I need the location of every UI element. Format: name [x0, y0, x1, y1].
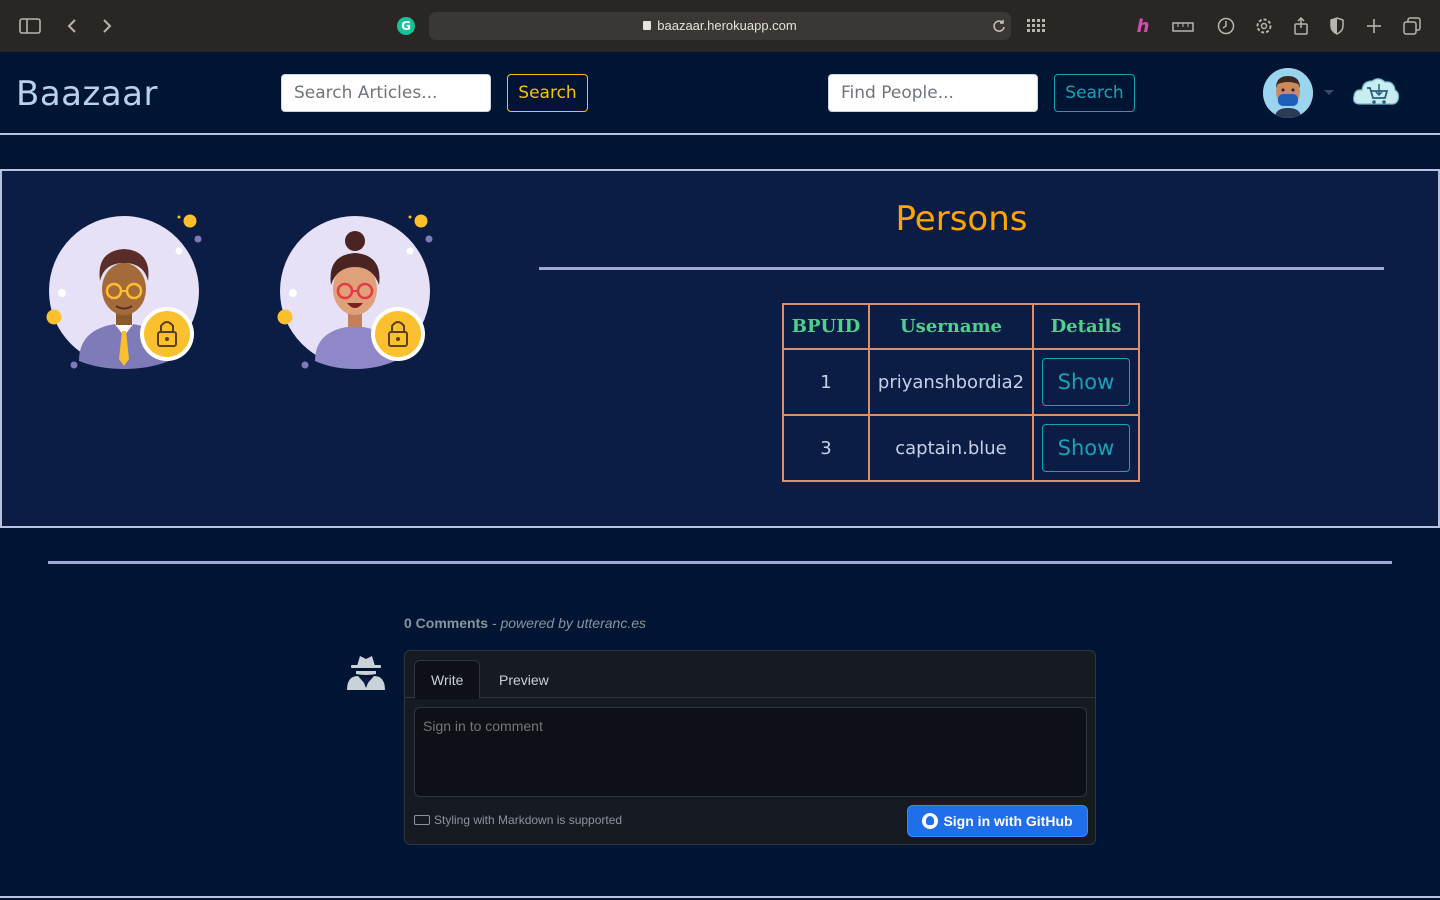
- honey-extension-icon[interactable]: h: [1131, 14, 1155, 38]
- brand-logo[interactable]: Baazaar: [16, 74, 158, 114]
- powered-by-link[interactable]: - powered by utteranc.es: [492, 615, 646, 631]
- divider: [539, 267, 1384, 270]
- settings-gear-icon[interactable]: [1252, 14, 1276, 38]
- tab-preview[interactable]: Preview: [482, 660, 566, 699]
- sidebar-toggle-icon[interactable]: [18, 14, 42, 38]
- anonymous-user-icon: [345, 654, 387, 690]
- tab-write[interactable]: Write: [414, 660, 481, 699]
- table-header-row: BPUID Username Details: [782, 303, 1140, 350]
- sign-in-github-label: Sign in with GitHub: [943, 813, 1073, 829]
- table-row: 3 captain.blue Show: [782, 414, 1140, 482]
- markdown-note-text: Styling with Markdown is supported: [434, 813, 623, 827]
- persons-panel: Persons BPUID Username Details 1 priyans…: [0, 169, 1440, 528]
- history-icon[interactable]: [1214, 14, 1238, 38]
- table-row: 1 priyanshbordia2 Show: [782, 348, 1140, 416]
- lock-icon: [643, 21, 652, 30]
- people-search-button[interactable]: Search: [1054, 74, 1135, 112]
- username-cell: priyanshbordia2: [868, 348, 1034, 416]
- show-person-button[interactable]: Show: [1042, 424, 1130, 472]
- column-header-username: Username: [868, 303, 1034, 350]
- grammarly-icon[interactable]: G: [397, 17, 415, 35]
- share-icon[interactable]: [1289, 14, 1313, 38]
- article-search-button[interactable]: Search: [507, 74, 588, 112]
- persons-table: BPUID Username Details 1 priyanshbordia2…: [782, 303, 1140, 482]
- people-search-input[interactable]: [828, 74, 1038, 112]
- chevron-down-icon[interactable]: [1324, 90, 1334, 95]
- tab-overview-icon[interactable]: [1400, 14, 1424, 38]
- show-person-button[interactable]: Show: [1042, 358, 1130, 406]
- browser-toolbar: G baazaar.herokuapp.com h: [0, 0, 1440, 52]
- cart-cloud-icon[interactable]: [1352, 72, 1400, 112]
- bpuid-cell: 3: [782, 414, 870, 482]
- site-navbar: Baazaar Search Search: [0, 52, 1440, 135]
- details-cell: Show: [1032, 414, 1140, 482]
- comment-editor: Write Preview Styling with Markdown is s…: [404, 650, 1096, 845]
- ruler-extension-icon[interactable]: [1171, 14, 1195, 38]
- comments-header: 0 Comments - powered by utteranc.es: [404, 615, 646, 631]
- comment-textarea[interactable]: [414, 707, 1087, 797]
- forward-icon[interactable]: [95, 14, 119, 38]
- markdown-icon: [414, 815, 430, 825]
- bpuid-cell: 1: [782, 348, 870, 416]
- column-header-details: Details: [1032, 303, 1140, 350]
- article-search-input[interactable]: [281, 74, 491, 112]
- page-title: Persons: [895, 199, 1028, 239]
- markdown-note[interactable]: Styling with Markdown is supported: [414, 813, 622, 827]
- footer-divider: [0, 896, 1440, 898]
- reload-icon[interactable]: [987, 14, 1011, 38]
- editor-tabs: Write Preview: [405, 651, 1095, 699]
- apps-grid-icon[interactable]: [1024, 14, 1048, 38]
- column-header-bpuid: BPUID: [782, 303, 870, 350]
- back-icon[interactable]: [60, 14, 84, 38]
- url-text: baazaar.herokuapp.com: [657, 18, 797, 33]
- sign-in-github-button[interactable]: Sign in with GitHub: [907, 805, 1088, 837]
- github-icon: [922, 813, 939, 829]
- female-user-lock-illustration: [275, 211, 435, 371]
- details-cell: Show: [1032, 348, 1140, 416]
- male-user-lock-illustration: [44, 211, 204, 371]
- username-cell: captain.blue: [868, 414, 1034, 482]
- comments-count: 0 Comments: [404, 615, 489, 631]
- privacy-shield-icon[interactable]: [1325, 14, 1349, 38]
- new-tab-icon[interactable]: [1362, 14, 1386, 38]
- address-bar[interactable]: baazaar.herokuapp.com: [429, 12, 1011, 40]
- user-avatar[interactable]: [1263, 68, 1313, 118]
- divider: [48, 561, 1392, 564]
